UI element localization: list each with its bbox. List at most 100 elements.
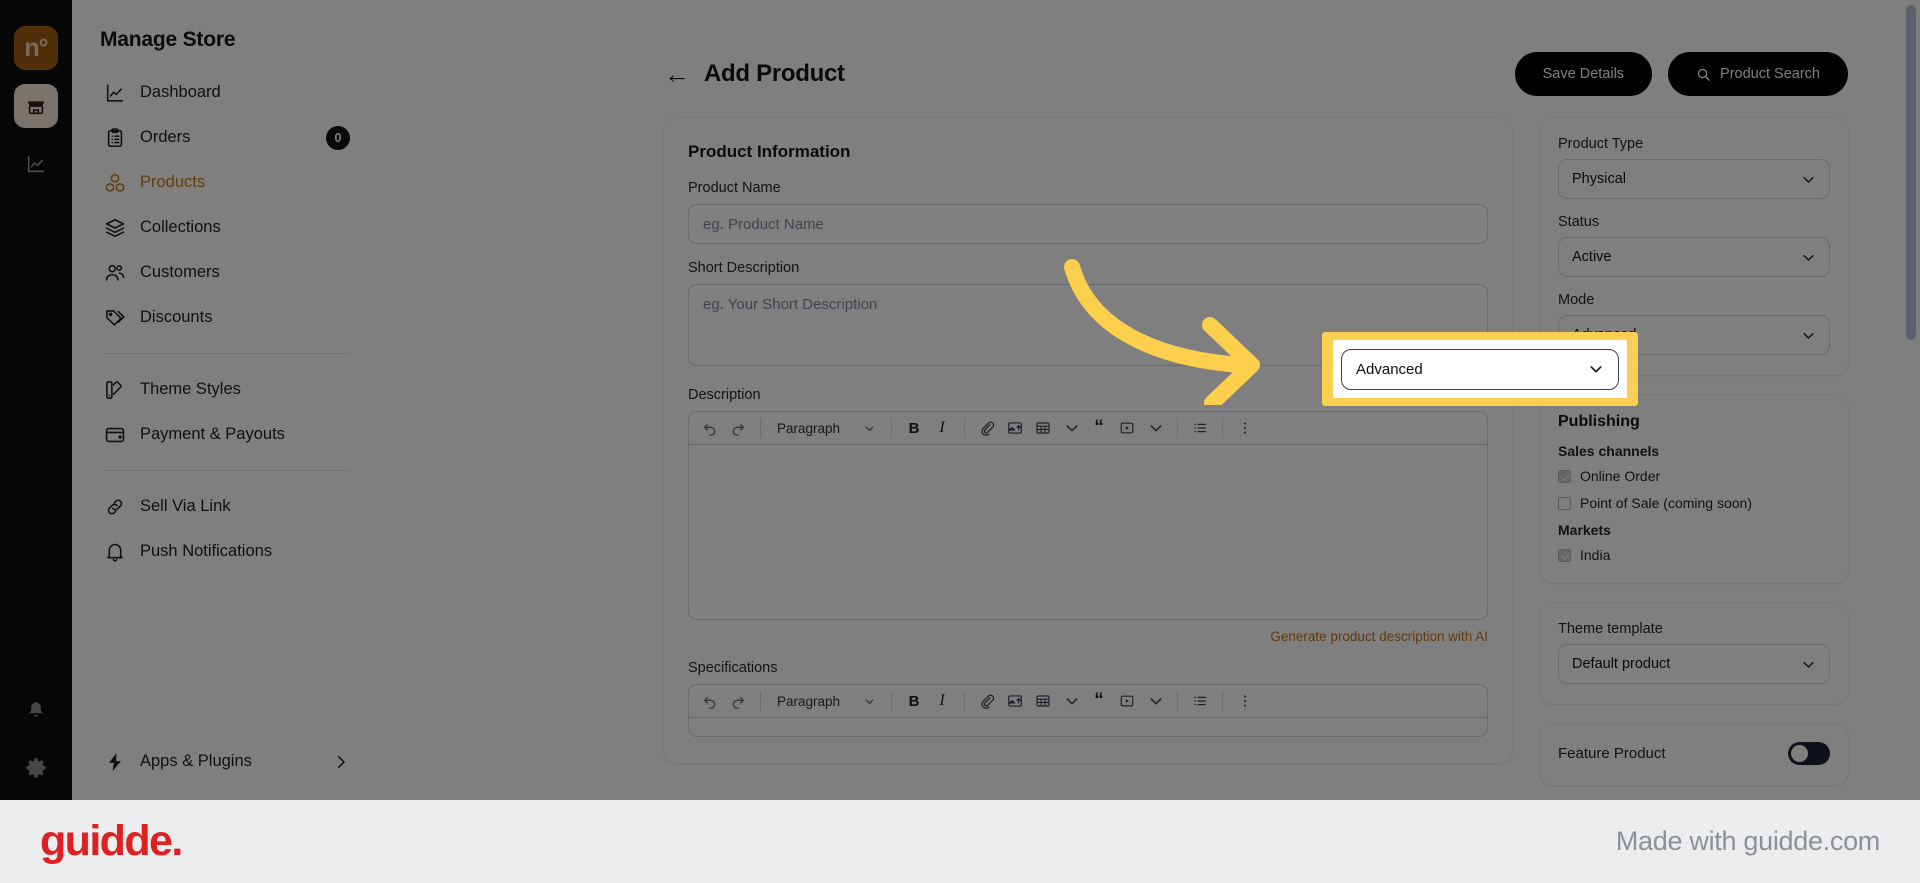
sales-channels-title: Sales channels	[1558, 443, 1660, 459]
table-icon	[1036, 422, 1050, 434]
product-search-button[interactable]: Product Search	[1668, 52, 1848, 96]
description-editor-body[interactable]	[689, 445, 1487, 619]
sidebar-item-discounts[interactable]: Discounts	[94, 295, 360, 340]
bell-icon	[107, 543, 123, 561]
chevron-down-icon	[1150, 425, 1162, 432]
bell-icon[interactable]	[25, 700, 47, 722]
bold-button[interactable]: B	[901, 415, 927, 441]
rail-item-analytics[interactable]	[14, 142, 58, 186]
bolt-icon	[108, 752, 122, 771]
description-group: Description Paragraph B I “ Generate pro…	[688, 387, 1488, 644]
chevron-right-icon	[337, 755, 345, 768]
product-name-input[interactable]	[688, 204, 1488, 244]
block-format-select[interactable]: Paragraph	[770, 415, 882, 441]
sidebar-nav-group-primary: Dashboard Orders 0 Products Collections …	[72, 70, 382, 340]
chevron-down-icon	[1803, 661, 1814, 668]
sidebar-item-label: Customers	[140, 263, 220, 281]
main-content: ← Add Product Save Details Product Searc…	[382, 0, 1920, 800]
sidebar-item-label: Discounts	[140, 308, 213, 326]
sidebar-item-theme-styles[interactable]: Theme Styles	[94, 367, 360, 412]
more-options-button[interactable]	[1232, 415, 1258, 441]
sales-channel-label: Online Order	[1580, 468, 1661, 484]
video-options-caret[interactable]	[1142, 688, 1168, 714]
sidebar-item-apps-plugins[interactable]: Apps & Plugins	[94, 739, 360, 784]
description-editor: Paragraph B I “	[688, 411, 1488, 620]
theme-template-select[interactable]: Default product	[1558, 644, 1830, 684]
insert-table-button[interactable]	[1030, 415, 1056, 441]
bold-button[interactable]: B	[901, 688, 927, 714]
insert-image-button[interactable]	[1002, 688, 1028, 714]
point-of-sale-checkbox[interactable]	[1558, 496, 1571, 510]
redo-button[interactable]	[725, 688, 751, 714]
redo-button[interactable]	[725, 415, 751, 441]
insert-video-button[interactable]	[1114, 688, 1140, 714]
sidebar-item-push-notifications[interactable]: Push Notifications	[94, 529, 360, 574]
bullet-list-button[interactable]	[1187, 688, 1213, 714]
sidebar-item-sell-via-link[interactable]: Sell Via Link	[94, 484, 360, 529]
theme-template-card: Theme template Default product	[1540, 603, 1848, 704]
italic-button[interactable]: I	[929, 415, 955, 441]
image-upload-icon	[1008, 695, 1022, 707]
blockquote-button[interactable]: “	[1086, 688, 1112, 714]
status-select[interactable]: Active	[1558, 237, 1830, 277]
chevron-down-icon	[1066, 698, 1078, 705]
header-actions: Save Details Product Search	[1514, 52, 1848, 96]
block-format-select[interactable]: Paragraph	[770, 688, 882, 714]
clipboard-list-icon	[107, 127, 123, 147]
market-india-checkbox[interactable]	[1558, 548, 1571, 562]
application-window: n° Manage Store Dashboard Orders 0 Produ…	[0, 0, 1920, 800]
video-options-caret[interactable]	[1142, 415, 1168, 441]
online-order-checkbox[interactable]	[1558, 469, 1571, 483]
sidebar-item-dashboard[interactable]: Dashboard	[94, 70, 360, 115]
sidebar-item-label: Payment & Payouts	[140, 425, 285, 443]
more-options-button[interactable]	[1232, 688, 1258, 714]
undo-button[interactable]	[697, 415, 723, 441]
insert-table-button[interactable]	[1030, 688, 1056, 714]
undo-icon	[704, 424, 716, 436]
market-row[interactable]: India	[1558, 547, 1830, 563]
vertical-scrollbar-thumb[interactable]	[1906, 5, 1916, 340]
chevron-down-icon	[1803, 254, 1814, 261]
italic-button[interactable]: I	[929, 688, 955, 714]
sidebar-item-products[interactable]: Products	[94, 160, 360, 205]
insert-image-button[interactable]	[1002, 415, 1028, 441]
link-button[interactable]	[974, 415, 1000, 441]
product-type-select[interactable]: Physical	[1558, 159, 1830, 199]
save-details-button[interactable]: Save Details	[1514, 52, 1653, 96]
feature-product-label: Feature Product	[1558, 745, 1666, 762]
toolbar-divider	[964, 418, 966, 438]
feature-product-card: Feature Product	[1540, 724, 1848, 785]
insert-video-button[interactable]	[1114, 415, 1140, 441]
sidebar-title: Manage Store	[100, 28, 236, 51]
sidebar-item-customers[interactable]: Customers	[94, 250, 360, 295]
sidebar-item-payment-payouts[interactable]: Payment & Payouts	[94, 412, 360, 457]
table-options-caret[interactable]	[1058, 688, 1084, 714]
toolbar-divider	[760, 691, 761, 711]
back-arrow-icon[interactable]: ←	[664, 61, 690, 87]
chevron-down-icon	[1803, 332, 1814, 339]
block-format-value: Paragraph	[777, 693, 841, 709]
feature-product-toggle[interactable]	[1788, 742, 1830, 765]
short-description-label: Short Description	[688, 260, 800, 276]
blockquote-button[interactable]: “	[1086, 415, 1112, 441]
specifications-editor-body[interactable]	[689, 718, 1487, 736]
generate-ai-description-link[interactable]: Generate product description with AI	[688, 629, 1488, 644]
bullet-list-button[interactable]	[1187, 415, 1213, 441]
mode-value-highlighted: Advanced	[1356, 360, 1423, 378]
undo-button[interactable]	[697, 688, 723, 714]
sidebar-footer: Apps & Plugins	[72, 739, 382, 800]
table-options-caret[interactable]	[1058, 415, 1084, 441]
link-icon	[107, 499, 123, 514]
sales-channel-row[interactable]: Point of Sale (coming soon)	[1558, 495, 1830, 511]
sales-channel-row[interactable]: Online Order	[1558, 468, 1830, 484]
undo-icon	[704, 697, 716, 709]
gear-icon[interactable]	[25, 756, 47, 778]
link-button[interactable]	[974, 688, 1000, 714]
sidebar-item-collections[interactable]: Collections	[94, 205, 360, 250]
sidebar-item-orders[interactable]: Orders 0	[94, 115, 360, 160]
redo-icon	[732, 697, 744, 709]
mode-select-highlighted[interactable]: Advanced	[1341, 348, 1619, 390]
video-icon	[1120, 422, 1134, 434]
rail-item-store[interactable]	[14, 84, 58, 128]
app-logo[interactable]: n°	[14, 26, 58, 70]
